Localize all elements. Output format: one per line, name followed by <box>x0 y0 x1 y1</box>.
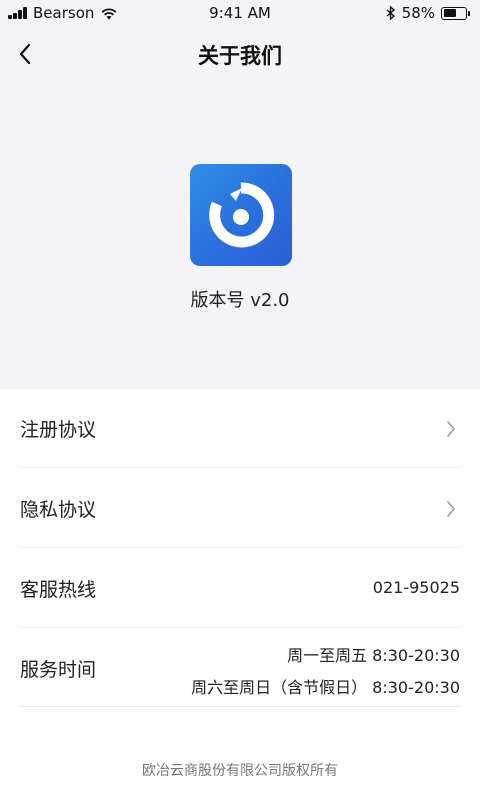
list-item-register-agreement[interactable]: 注册协议 <box>20 389 460 468</box>
status-right: 58% <box>386 4 470 22</box>
battery-percent: 58% <box>401 4 435 22</box>
list-item-label: 客服热线 <box>20 579 97 601</box>
nav-bar: 关于我们 <box>0 26 480 82</box>
battery-icon <box>441 6 470 20</box>
list-item-service-hours: 服务时间 周一至周五 8:30-20:30 周六至周日（含节假日） 8:30-2… <box>20 628 460 707</box>
version-label: 版本号 v2.0 <box>190 290 290 311</box>
service-hours-weekend: 周六至周日（含节假日） 8:30-20:30 <box>191 678 460 697</box>
battery-fill <box>443 9 456 17</box>
service-hours-weekday: 周一至周五 8:30-20:30 <box>287 646 460 665</box>
bluetooth-icon <box>386 6 395 20</box>
list-item-label: 注册协议 <box>20 419 97 441</box>
copyright-footer: 欧冶云商股份有限公司版权所有 <box>142 763 338 779</box>
status-bar: Bearson 9:41 AM 58% <box>0 0 480 26</box>
settings-list: 注册协议 隐私协议 客服热线 021-95025 服务时间 周一至周五 8:30… <box>0 389 480 800</box>
list-item-label: 服务时间 <box>20 659 97 681</box>
list-item-label: 隐私协议 <box>20 499 97 521</box>
chevron-right-icon <box>447 421 455 437</box>
page-title: 关于我们 <box>198 44 282 68</box>
hotline-value[interactable]: 021-95025 <box>373 578 460 597</box>
list-item-hotline[interactable]: 客服热线 021-95025 <box>20 548 460 628</box>
chevron-right-icon <box>447 501 455 517</box>
app-logo-icon <box>190 164 292 266</box>
list-item-privacy-agreement[interactable]: 隐私协议 <box>20 468 460 548</box>
